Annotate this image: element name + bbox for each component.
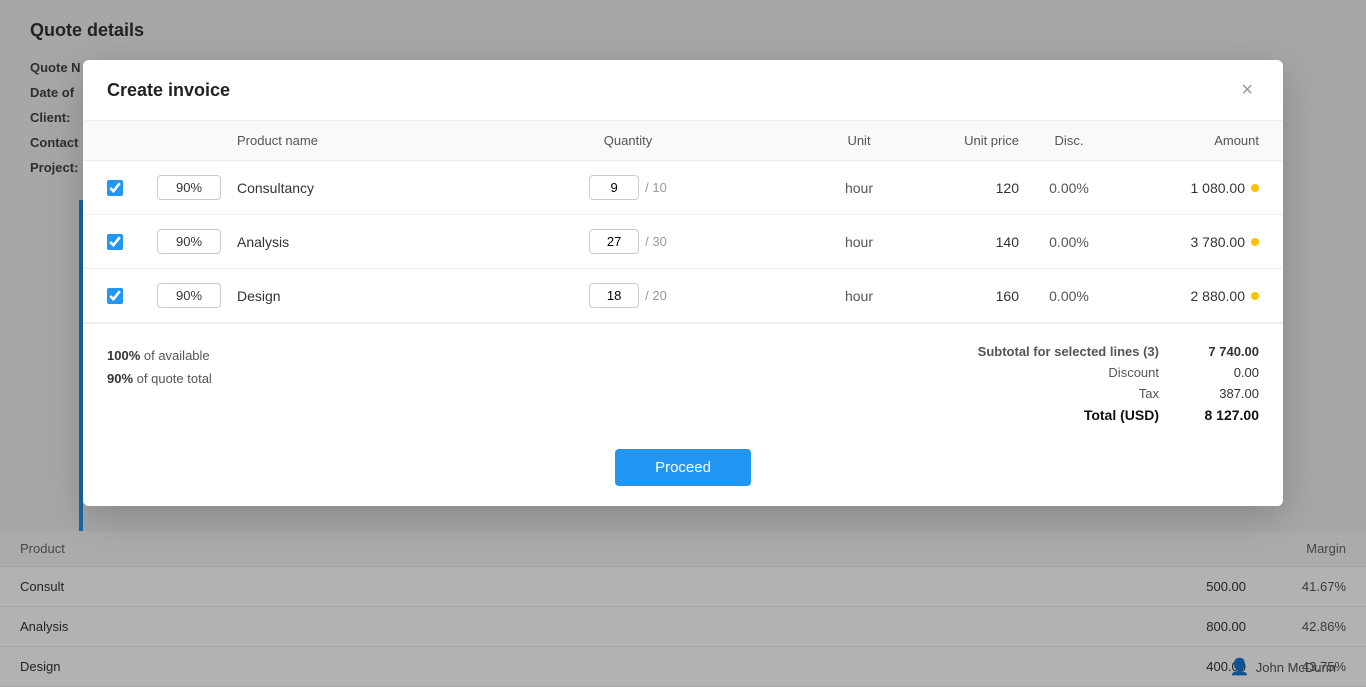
modal-title: Create invoice [107,80,230,101]
proceed-button[interactable]: Proceed [615,449,751,486]
row-checkbox-analysis[interactable] [107,234,157,250]
row-amount-design: 2 880.00 [1119,288,1259,304]
row-checkbox-consultancy[interactable] [107,180,157,196]
available-pct-row: 100% of available [107,344,212,367]
proceed-btn-row: Proceed [107,449,1259,486]
row-pct-analysis[interactable] [157,229,237,254]
subtotal-value: 7 740.00 [1179,344,1259,359]
tax-label: Tax [1139,386,1159,401]
col-product-name: Product name [237,133,437,148]
create-invoice-modal: Create invoice × Product name Quantity U… [83,60,1283,506]
row-price-consultancy: 120 [899,180,1019,196]
row-checkbox-design[interactable] [107,288,157,304]
row-amount-analysis: 3 780.00 [1119,234,1259,250]
table-body: Consultancy / 10 hour 120 0.00% 1 080.00 [83,161,1283,323]
row-disc-consultancy: 0.00% [1019,180,1119,196]
row-disc-design: 0.00% [1019,288,1119,304]
discount-row: Discount 0.00 [959,365,1259,380]
tax-value: 387.00 [1179,386,1259,401]
discount-value: 0.00 [1179,365,1259,380]
subtotal-label: Subtotal for selected lines (3) [978,344,1159,359]
row-product-design: Design [237,288,437,304]
footer-right-totals: Subtotal for selected lines (3) 7 740.00… [959,344,1259,429]
col-quantity: Quantity [437,133,819,148]
footer-left-summary: 100% of available 90% of quote total [107,344,212,391]
table-row: Consultancy / 10 hour 120 0.00% 1 080.00 [83,161,1283,215]
footer-content: 100% of available 90% of quote total Sub… [107,344,1259,429]
row-disc-analysis: 0.00% [1019,234,1119,250]
col-amount: Amount [1119,133,1259,148]
available-pct-value: 100% [107,348,140,363]
col-pct [157,133,237,148]
col-check [107,133,157,148]
modal-header: Create invoice × [83,60,1283,121]
table-row: Analysis / 30 hour 140 0.00% 3 780.00 [83,215,1283,269]
col-unit-price: Unit price [899,133,1019,148]
row-price-analysis: 140 [899,234,1019,250]
row-pct-consultancy[interactable] [157,175,237,200]
row-price-design: 160 [899,288,1019,304]
quote-pct-value: 90% [107,371,133,386]
row-unit-consultancy: hour [819,180,899,196]
row-qty-analysis[interactable]: / 30 [437,229,819,254]
total-row: Total (USD) 8 127.00 [959,407,1259,423]
row-unit-design: hour [819,288,899,304]
total-value: 8 127.00 [1179,407,1259,423]
col-unit: Unit [819,133,899,148]
discount-label: Discount [1108,365,1159,380]
quote-pct-row: 90% of quote total [107,367,212,390]
row-qty-consultancy[interactable]: / 10 [437,175,819,200]
quote-pct-label: of quote total [137,371,212,386]
subtotal-row: Subtotal for selected lines (3) 7 740.00 [959,344,1259,359]
row-pct-design[interactable] [157,283,237,308]
available-pct-label: of available [144,348,210,363]
modal-footer: 100% of available 90% of quote total Sub… [83,323,1283,506]
amount-indicator-analysis [1251,238,1259,246]
row-qty-design[interactable]: / 20 [437,283,819,308]
row-product-consultancy: Consultancy [237,180,437,196]
tax-row: Tax 387.00 [959,386,1259,401]
table-row: Design / 20 hour 160 0.00% 2 880.00 [83,269,1283,323]
table-header: Product name Quantity Unit Unit price Di… [83,121,1283,161]
amount-indicator-consultancy [1251,184,1259,192]
close-button[interactable]: × [1235,78,1259,102]
row-unit-analysis: hour [819,234,899,250]
total-label: Total (USD) [1084,407,1159,423]
amount-indicator-design [1251,292,1259,300]
row-amount-consultancy: 1 080.00 [1119,180,1259,196]
modal-overlay: Create invoice × Product name Quantity U… [0,0,1366,687]
row-product-analysis: Analysis [237,234,437,250]
col-disc: Disc. [1019,133,1119,148]
